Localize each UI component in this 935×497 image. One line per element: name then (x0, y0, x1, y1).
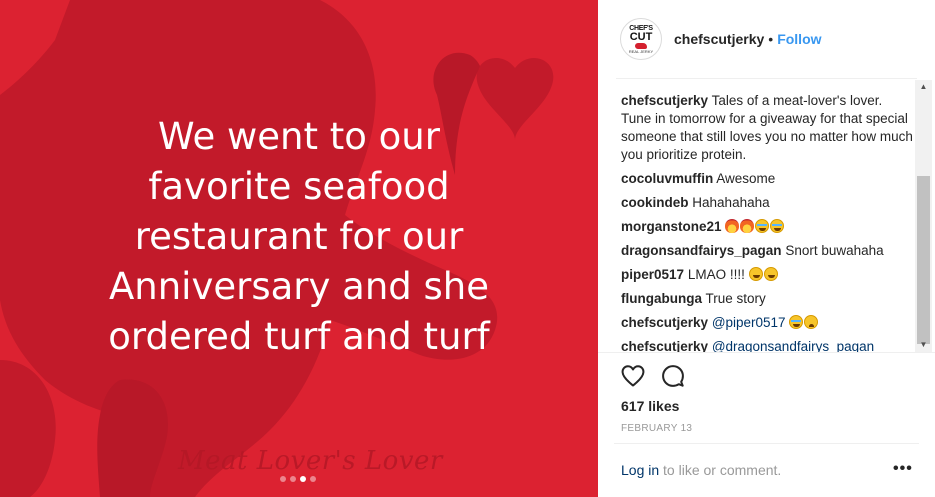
carousel-dot (290, 476, 296, 482)
comment-item: morganstone21 (621, 218, 915, 236)
comment-username-link[interactable]: cocoluvmuffin (621, 171, 713, 186)
comment-text: LMAO !!!! (687, 267, 745, 282)
comment-item: cookindeb Hahahahaha (621, 194, 915, 212)
comment-username-link[interactable]: piper0517 (621, 267, 684, 282)
comment-text: Awesome (716, 171, 776, 186)
headline-line: ordered turf and turf (108, 315, 490, 358)
headline-line: restaurant for our (134, 215, 464, 258)
comment-text: Snort buwahaha (785, 243, 884, 258)
post-headline: We went to our favorite seafood restaura… (20, 112, 578, 362)
comment-item: chefscutjerky Tales of a meat-lover's lo… (621, 92, 915, 164)
tears-of-joy-emoji-icon (789, 315, 804, 329)
header-username-link[interactable]: chefscutjerky (674, 31, 764, 47)
likes-count[interactable]: 617 likes (621, 398, 679, 414)
comments-list[interactable]: chefscutjerky Tales of a meat-lover's lo… (621, 92, 915, 352)
scroll-down-arrow-icon[interactable]: ▼ (915, 338, 932, 352)
carousel-dot-active (300, 476, 306, 482)
fire-emoji-icon (725, 219, 740, 233)
comment-username-link[interactable]: flungabunga (621, 291, 702, 306)
tears-of-joy-emoji-icon (770, 219, 785, 233)
comment-item: piper0517 LMAO !!!! (621, 266, 915, 284)
carousel-indicator (280, 476, 316, 482)
comment-icon (662, 365, 684, 387)
login-prompt-text: to like or comment. (659, 462, 782, 478)
headline-line: We went to our (158, 115, 440, 158)
comment-item: chefscutjerky @piper0517 (621, 314, 915, 332)
post-image[interactable]: We went to our favorite seafood restaura… (0, 0, 598, 497)
login-divider (614, 443, 919, 444)
comment-username-link[interactable]: chefscutjerky (621, 93, 708, 108)
avatar[interactable]: CHEF'S CUT REAL JERKY (620, 18, 662, 60)
more-options-icon[interactable]: ••• (893, 460, 913, 478)
fire-emoji-icon (740, 219, 755, 233)
comment-item: dragonsandfairys_pagan Snort buwahaha (621, 242, 915, 260)
comment-text: True story (705, 291, 766, 306)
comment-username-link[interactable]: morganstone21 (621, 219, 722, 234)
weary-emoji-icon (804, 315, 819, 329)
rofl-emoji-icon (763, 267, 778, 281)
scrollbar-thumb[interactable] (917, 176, 930, 344)
headline-line: favorite seafood (148, 165, 450, 208)
comment-username-link[interactable]: cookindeb (621, 195, 689, 210)
avatar-text-bottom: REAL JERKY (628, 48, 654, 54)
comment-mention-link[interactable]: @piper0517 (712, 315, 786, 330)
comment-mention-link[interactable]: @dragonsandfairys_pagan (712, 339, 874, 352)
actions-divider (598, 352, 935, 353)
comment-button[interactable] (660, 363, 686, 389)
login-link[interactable]: Log in (621, 462, 659, 478)
comment-item: flungabunga True story (621, 290, 915, 308)
comment-username-link[interactable]: chefscutjerky (621, 339, 708, 352)
post-header: CHEF'S CUT REAL JERKY chefscutjerky • Fo… (598, 0, 935, 78)
scroll-up-arrow-icon[interactable]: ▲ (915, 80, 932, 94)
tears-of-joy-emoji-icon (755, 219, 770, 233)
headline-line: Anniversary and she (108, 265, 490, 308)
like-button[interactable] (620, 363, 646, 389)
comment-username-link[interactable]: dragonsandfairys_pagan (621, 243, 782, 258)
header-divider (616, 78, 917, 79)
carousel-dot (310, 476, 316, 482)
comments-scrollbar[interactable]: ▲ ▼ (915, 80, 932, 352)
avatar-text-main: CUT (629, 30, 653, 43)
comment-item: chefscutjerky @dragonsandfairys_pagan (621, 338, 915, 352)
follow-button[interactable]: Follow (777, 31, 821, 47)
comment-text: Hahahahaha (692, 195, 770, 210)
post-date[interactable]: FEBRUARY 13 (621, 423, 692, 434)
comment-username-link[interactable]: chefscutjerky (621, 315, 708, 330)
script-caption: Meat Lover's Lover (178, 446, 443, 476)
carousel-dot (280, 476, 286, 482)
comment-item: cocoluvmuffin Awesome (621, 170, 915, 188)
heart-icon (621, 365, 645, 387)
header-separator: • (768, 31, 774, 47)
rofl-emoji-icon (748, 267, 763, 281)
instagram-post-view: We went to our favorite seafood restaura… (0, 0, 935, 497)
post-actions (620, 363, 686, 389)
login-prompt: Log in to like or comment. (621, 462, 781, 478)
